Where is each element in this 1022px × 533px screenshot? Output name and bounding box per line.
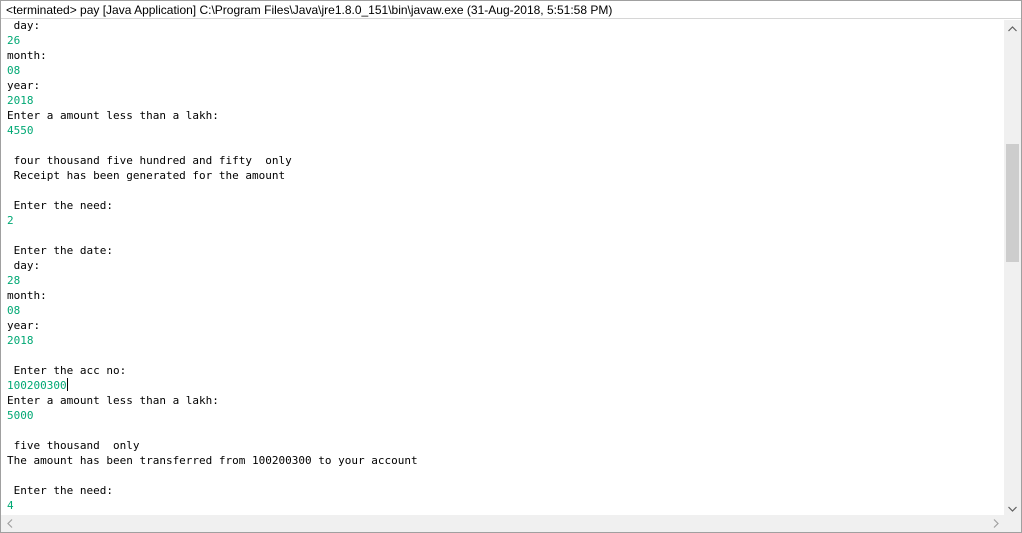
console-line-text: day: [7,19,41,32]
console-title: <terminated> pay [Java Application] C:\P… [1,1,1021,19]
console-line-text: 28 [7,274,21,287]
console-view[interactable]: <terminated> pay [Java Application] C:\P… [0,0,1022,533]
chevron-right-icon[interactable] [987,515,1004,532]
console-input-line: 2018 [7,333,999,348]
console-output-line: four thousand five hundred and fifty onl… [7,153,999,168]
console-line-text: 08 [7,64,21,77]
console-line-text: 5000 [7,409,34,422]
console-output-line: Enter a amount less than a lakh: [7,393,999,408]
console-line-text: 4 [7,499,14,512]
console-input-line: 5000 [7,408,999,423]
vertical-scrollbar[interactable] [1004,20,1021,517]
console-line-text: month: [7,49,47,62]
console-line-text: Enter the acc no: [7,364,127,377]
console-line-text: year: [7,319,41,332]
console-output-line: year: [7,78,999,93]
chevron-left-icon[interactable] [1,515,18,532]
console-input-line: 4 [7,498,999,513]
console-line-text: year: [7,79,41,92]
console-line-text: 08 [7,304,21,317]
console-input-line: 26 [7,33,999,48]
scrollbar-corner [1004,515,1021,532]
horizontal-scrollbar[interactable] [1,515,1004,532]
console-line-text: four thousand five hundred and fifty onl… [7,154,292,167]
console-line-text: month: [7,289,47,302]
vertical-scroll-thumb[interactable] [1006,144,1019,262]
console-line-text: 2018 [7,334,34,347]
console-output[interactable]: day: 26 month: 08 year: 2018 Enter a amount le… [7,18,999,518]
console-output-line: year: [7,318,999,333]
text-caret [66,378,68,391]
console-line-text: Enter a amount less than a lakh: [7,109,219,122]
console-output-line: day: [7,18,999,33]
console-output-line: Enter the date: [7,243,999,258]
console-line-text: day: [7,259,41,272]
console-line-text: Enter the date: [7,244,113,257]
console-output-line: month: [7,288,999,303]
console-line-text: 2 [7,214,14,227]
console-output-line: Receipt has been generated for the amoun… [7,168,999,183]
console-line-text: 4550 [7,124,34,137]
console-output-line: Enter a amount less than a lakh: [7,108,999,123]
console-output-line: five thousand only [7,438,999,453]
chevron-up-icon[interactable] [1004,20,1021,37]
console-line-text: Enter the need: [7,484,113,497]
console-line-text: Receipt has been generated for the amoun… [7,169,286,182]
console-line-text: 26 [7,34,21,47]
console-line-text: 2018 [7,94,34,107]
console-output-line: day: [7,258,999,273]
console-line-text: five thousand only [7,439,140,452]
console-line-text: Enter the need: [7,199,113,212]
console-line-text: Enter a amount less than a lakh: [7,394,219,407]
console-input-line: 2 [7,213,999,228]
console-input-line: 08 [7,63,999,78]
console-output-line: month: [7,48,999,63]
console-input-line: 2018 [7,93,999,108]
console-input-line: 08 [7,303,999,318]
console-input-line: 4550 [7,123,999,138]
console-output-line: Enter the need: [7,483,999,498]
console-output-line: Enter the acc no: [7,363,999,378]
console-output-line: The amount has been transferred from 100… [7,453,999,468]
console-line-text: The amount has been transferred from 100… [7,454,418,467]
console-input-line: 28 [7,273,999,288]
console-output-line: Enter the need: [7,198,999,213]
console-line-text: 100200300 [7,379,67,392]
console-input-line: 100200300 [7,378,999,393]
